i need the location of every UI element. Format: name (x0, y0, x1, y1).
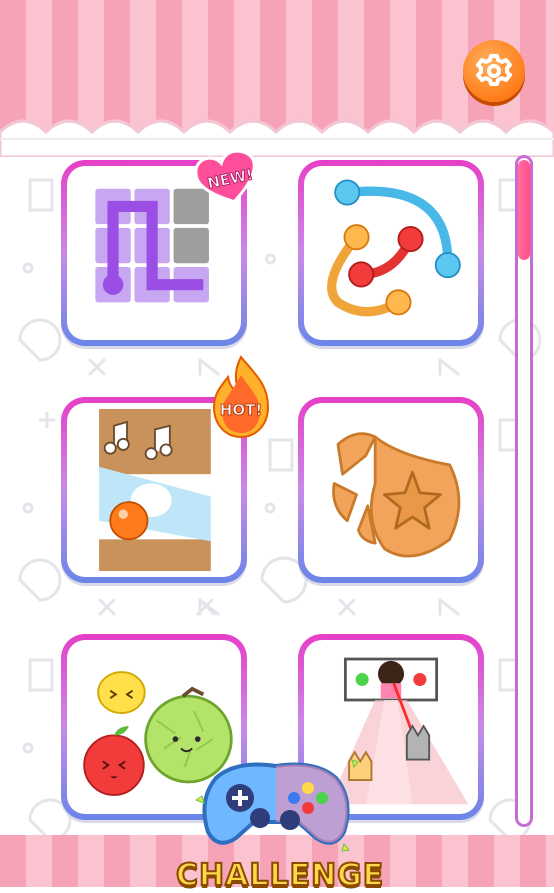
cookie-star-icon (332, 432, 461, 558)
game-tile-cookie-star[interactable] (298, 397, 484, 583)
hot-badge-label: HOT! (220, 401, 262, 419)
challenge-label: CHALLENGE (175, 857, 385, 893)
rope-balls-icon (327, 179, 461, 317)
challenge-button[interactable]: CHALLENGE (175, 740, 384, 893)
gear-icon (476, 54, 512, 86)
hot-badge: HOT! (212, 355, 270, 439)
gamepad-icon (194, 759, 359, 852)
settings-button[interactable] (463, 40, 525, 102)
new-badge: NEW! (194, 150, 256, 204)
game-tile-connect-balls[interactable] (298, 160, 484, 346)
scrollbar-thumb[interactable] (518, 160, 530, 260)
scrollbar[interactable] (515, 155, 533, 827)
